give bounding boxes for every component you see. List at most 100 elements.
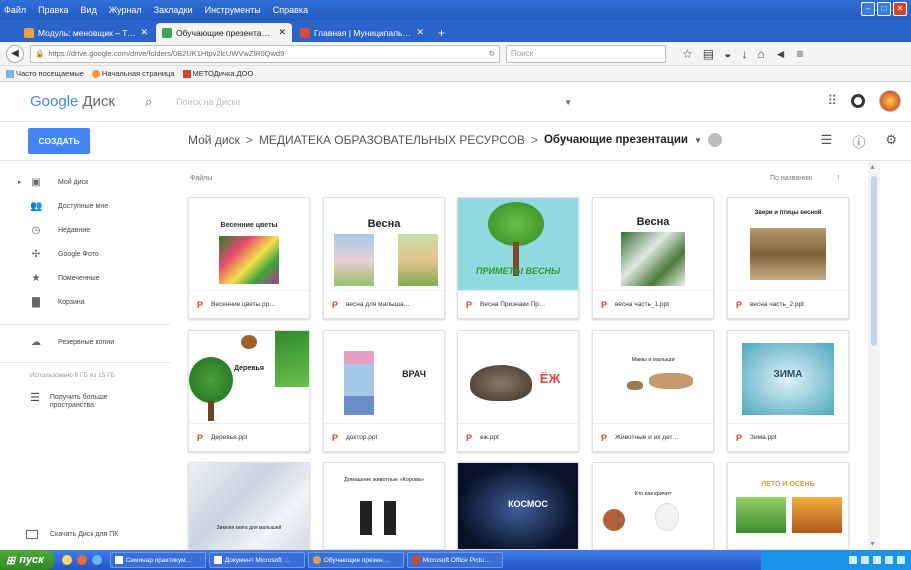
tray-icon[interactable] bbox=[873, 556, 881, 564]
menu-view[interactable]: Вид bbox=[81, 5, 97, 15]
menu-bookmarks[interactable]: Закладки bbox=[154, 5, 193, 15]
clipboard-icon[interactable]: ▤ bbox=[703, 47, 714, 61]
tray-icon[interactable] bbox=[849, 556, 857, 564]
sidebar-item-shared[interactable]: 👥 Доступные мне bbox=[0, 196, 170, 216]
sidebar-item-backups[interactable]: ☁ Резервные копии bbox=[0, 332, 170, 352]
hamburger-menu-icon[interactable]: ≡ bbox=[797, 47, 804, 61]
file-card[interactable]: ЛЕТО И ОСЕНЬ bbox=[727, 462, 849, 550]
quick-launch-icon[interactable] bbox=[91, 555, 102, 565]
browser-search-input[interactable]: Поиск bbox=[506, 44, 666, 63]
sidebar-item-starred[interactable]: ★ Помеченные bbox=[0, 268, 170, 288]
list-view-icon[interactable]: ☰ bbox=[821, 132, 833, 151]
bookmark-frequent[interactable]: Часто посещаемые bbox=[6, 69, 84, 78]
info-icon[interactable]: ⓘ bbox=[852, 132, 865, 151]
file-card[interactable]: ЁЖ P еж.ppt bbox=[457, 330, 579, 452]
menu-history[interactable]: Журнал bbox=[109, 5, 142, 15]
bookmark-start-page[interactable]: Начальная страница bbox=[91, 69, 175, 78]
drive-search-input[interactable]: Поиск на Диске ▼ bbox=[176, 92, 578, 112]
bookmark-metodichka[interactable]: МЕТОДичка.ДОО bbox=[182, 69, 253, 78]
tray-icon[interactable] bbox=[897, 556, 905, 564]
minimize-icon[interactable]: – bbox=[861, 2, 875, 16]
menu-tools[interactable]: Инструменты bbox=[205, 5, 261, 15]
share-arrow-icon[interactable]: ◄ bbox=[775, 47, 787, 61]
pocket-icon[interactable]: ◒ bbox=[724, 47, 731, 61]
file-card[interactable]: Домашние животные «Корова» bbox=[323, 462, 445, 550]
file-card[interactable]: ПРИМЕТЫ ВЕСНЫ P Весна Признаки Пр… bbox=[457, 197, 579, 319]
sort-direction-arrow-icon[interactable]: ↑ bbox=[836, 172, 841, 182]
sort-by-name-button[interactable]: По названию bbox=[770, 175, 812, 182]
expand-arrow-icon[interactable]: ▸ bbox=[18, 178, 22, 186]
url-bar[interactable]: 🔒 https://drive.google.com/drive/folders… bbox=[30, 44, 500, 63]
scroll-down-arrow-icon[interactable]: ▼ bbox=[869, 541, 876, 548]
tab-close-icon[interactable]: ✕ bbox=[140, 27, 148, 38]
search-icon[interactable]: ⌕ bbox=[145, 94, 152, 110]
tray-icon[interactable] bbox=[885, 556, 893, 564]
start-button[interactable]: ⊞ пуск bbox=[0, 550, 54, 570]
create-button[interactable]: СОЗДАТЬ bbox=[28, 128, 90, 154]
menu-help[interactable]: Справка bbox=[273, 5, 308, 15]
shared-people-icon[interactable] bbox=[707, 133, 722, 147]
quick-launch-icon[interactable] bbox=[61, 555, 72, 565]
get-more-storage-link[interactable]: ☰ Получить больше пространства bbox=[30, 393, 120, 410]
maximize-icon[interactable]: □ bbox=[877, 2, 891, 16]
settings-gear-icon[interactable]: ⚙ bbox=[885, 132, 897, 151]
file-card[interactable]: ВРАЧ P доктор.ppt bbox=[323, 330, 445, 452]
breadcrumb-current-folder[interactable]: Обучающие презентации bbox=[544, 134, 688, 146]
apps-grid-icon[interactable]: ⠿ bbox=[827, 93, 837, 109]
file-card[interactable]: Весенние цветы P Весенние цветы.pp… bbox=[188, 197, 310, 319]
bookmark-star-icon[interactable]: ☆ bbox=[682, 47, 693, 61]
scrollbar-thumb[interactable] bbox=[871, 176, 877, 346]
notifications-icon[interactable] bbox=[851, 94, 865, 108]
kitten-image bbox=[627, 381, 643, 390]
file-card[interactable]: Весна P весна для малыша… bbox=[323, 197, 445, 319]
tab-close-icon[interactable]: ✕ bbox=[416, 27, 424, 38]
bookmark-folder-icon bbox=[6, 70, 14, 78]
breadcrumb-my-drive[interactable]: Мой диск bbox=[188, 133, 240, 147]
tab-home[interactable]: Главная | Муниципальное б… ✕ bbox=[294, 23, 430, 42]
download-icon[interactable]: ↓ bbox=[741, 47, 747, 61]
file-card[interactable]: Мамы и малыши P Животные и их дет… bbox=[592, 330, 714, 452]
file-card[interactable]: Деревья P Деревья.ppt bbox=[188, 330, 310, 452]
slide-title: Мамы и малыши bbox=[631, 357, 675, 363]
file-card[interactable]: Кто как кричит bbox=[592, 462, 714, 550]
tray-icon[interactable] bbox=[861, 556, 869, 564]
taskbar-item[interactable]: Документ Microsoft … bbox=[208, 552, 305, 568]
quick-launch-icon[interactable] bbox=[76, 555, 87, 565]
file-card[interactable]: Звери и птицы весной P весна часть_2.ppt bbox=[727, 197, 849, 319]
search-options-chevron-icon[interactable]: ▼ bbox=[564, 98, 572, 107]
tab-close-icon[interactable]: ✕ bbox=[278, 27, 286, 38]
sidebar-item-photos[interactable]: ✣ Google Фото bbox=[0, 244, 170, 264]
taskbar-item[interactable]: Microsoft Office Pictu… bbox=[406, 552, 503, 568]
windows-logo-icon: ⊞ bbox=[6, 554, 16, 567]
folder-menu-chevron-down-icon[interactable]: ▼ bbox=[694, 136, 702, 145]
file-card[interactable]: ЗИМА P Зима.ppt bbox=[727, 330, 849, 452]
new-tab-icon[interactable]: + bbox=[432, 23, 451, 42]
back-arrow-icon[interactable]: ◀ bbox=[6, 44, 24, 63]
avatar[interactable] bbox=[879, 90, 901, 112]
window-controls: – □ ✕ bbox=[861, 2, 907, 16]
file-card[interactable]: Зимняя книга для малышей bbox=[188, 462, 310, 550]
menu-edit[interactable]: Правка bbox=[38, 5, 68, 15]
file-name: весна часть_2.ppt bbox=[750, 301, 804, 308]
taskbar-item[interactable]: Семинар практикум… bbox=[109, 552, 206, 568]
drive-icon: ▣ bbox=[31, 176, 41, 188]
file-card[interactable]: КОСМОС bbox=[457, 462, 579, 550]
taskbar-item[interactable]: Обучающие презен… bbox=[307, 552, 404, 568]
google-drive-logo[interactable]: Google Диск bbox=[30, 93, 115, 110]
home-icon[interactable]: ⌂ bbox=[757, 47, 764, 61]
content-scrollbar[interactable]: ▲ ▼ bbox=[868, 162, 880, 550]
tab-drive[interactable]: Обучающие презентации – … ✕ bbox=[156, 23, 292, 42]
sidebar-item-recent[interactable]: ◷ Недавние bbox=[0, 220, 170, 240]
file-card[interactable]: Весна P весна часть_1.ppt bbox=[592, 197, 714, 319]
reload-icon[interactable]: ↻ bbox=[489, 49, 495, 58]
slide-title: КОСМОС bbox=[508, 499, 548, 509]
menu-file[interactable]: Файл bbox=[4, 5, 26, 15]
header-actions: ⠿ bbox=[827, 90, 901, 112]
sidebar-item-my-drive[interactable]: ▸ ▣ Мой диск bbox=[0, 172, 170, 192]
download-drive-pc-link[interactable]: Скачать Диск для ПК bbox=[26, 530, 118, 539]
breadcrumb-mediateka[interactable]: МЕДИАТЕКА ОБРАЗОВАТЕЛЬНЫХ РЕСУРСОВ bbox=[259, 133, 525, 147]
tab-moodle[interactable]: Модуль: меновщик – Теми ✕ bbox=[18, 23, 154, 42]
sidebar-item-trash[interactable]: ▇ Корзина bbox=[0, 292, 170, 312]
scroll-up-arrow-icon[interactable]: ▲ bbox=[869, 164, 876, 171]
close-icon[interactable]: ✕ bbox=[893, 2, 907, 16]
